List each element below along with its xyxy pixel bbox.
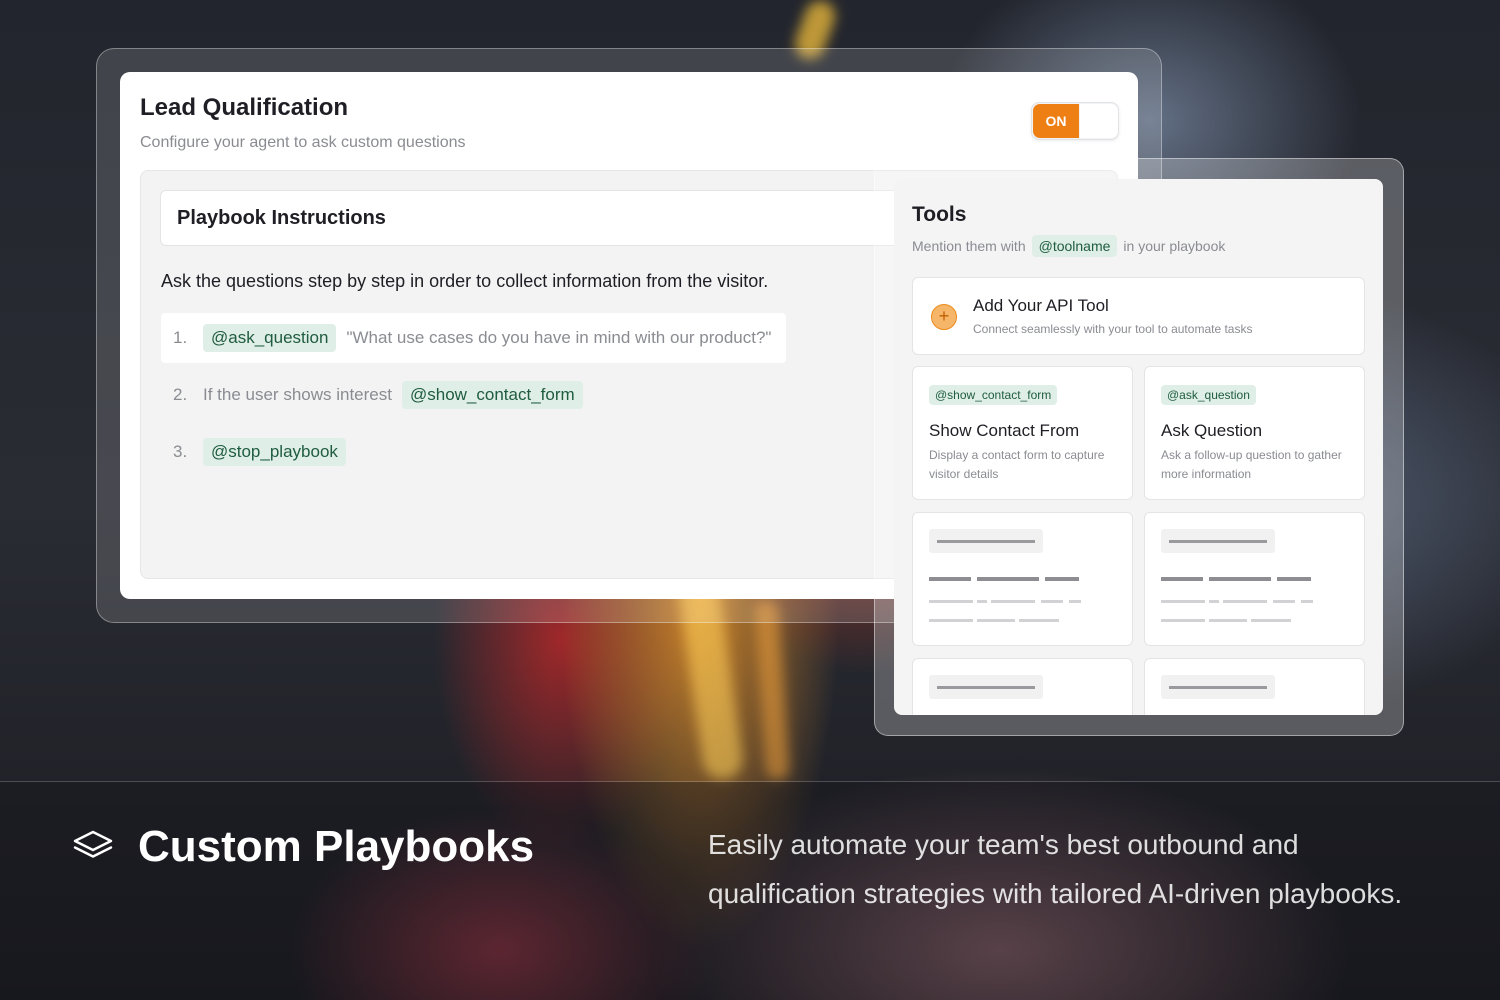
tools-sub-prefix: Mention them with — [912, 238, 1026, 254]
tools-panel: Tools Mention them with @toolname in you… — [894, 179, 1383, 715]
playbook-step[interactable]: 1. @ask_question "What use cases do you … — [161, 313, 786, 363]
step-number: 2. — [173, 385, 188, 404]
layers-icon — [73, 830, 113, 858]
playbook-step[interactable]: 3. @stop_playbook — [161, 427, 561, 477]
toggle-knob — [1080, 104, 1118, 138]
tool-desc: Ask a follow-up question to gather more … — [1161, 448, 1342, 481]
tools-title: Tools — [912, 203, 967, 226]
tool-mention-tag[interactable]: @show_contact_form — [401, 381, 583, 409]
playbook-step[interactable]: 2. If the user shows interest @show_cont… — [161, 370, 761, 420]
tools-subtitle: Mention them with @toolname in your play… — [912, 235, 1225, 257]
banner-title: Custom Playbooks — [138, 822, 535, 871]
toolname-tag: @toolname — [1031, 235, 1118, 257]
tool-card-placeholder — [1144, 512, 1365, 646]
tool-tag: @ask_question — [1161, 385, 1256, 405]
step-quote: "What use cases do you have in mind with… — [346, 328, 772, 347]
banner-description: Easily automate your team's best outboun… — [708, 829, 1403, 909]
toggle-on-label: ON — [1033, 104, 1079, 138]
tool-card-placeholder — [912, 512, 1133, 646]
tool-tag: @show_contact_form — [929, 385, 1058, 405]
tool-mention-tag[interactable]: @ask_question — [203, 324, 337, 352]
tools-sub-suffix: in your playbook — [1123, 238, 1226, 254]
tool-card-ask-question[interactable]: @ask_question Ask Question Ask a follow-… — [1144, 366, 1365, 500]
tool-mention-tag[interactable]: @stop_playbook — [203, 438, 346, 466]
playbook-header-text: Playbook Instructions — [177, 207, 386, 229]
lead-toggle[interactable]: ON — [1031, 102, 1119, 140]
lead-title: Lead Qualification — [140, 94, 349, 121]
tool-desc: Display a contact form to capture visito… — [929, 448, 1105, 481]
tool-card-placeholder — [912, 658, 1133, 715]
add-api-tool-card[interactable]: + Add Your API Tool Connect seamlessly w… — [912, 277, 1365, 355]
tool-name: Ask Question — [1161, 421, 1263, 440]
api-tool-desc: Connect seamlessly with your tool to aut… — [973, 322, 1253, 336]
step-number: 1. — [173, 328, 188, 347]
api-tool-title: Add Your API Tool — [973, 296, 1109, 315]
plus-circle-icon: + — [931, 304, 957, 330]
playbook-instruction: Ask the questions step by step in order … — [161, 271, 769, 291]
tool-card-show-contact-form[interactable]: @show_contact_form Show Contact From Dis… — [912, 366, 1133, 500]
tool-card-placeholder — [1144, 658, 1365, 715]
tool-name: Show Contact From — [929, 421, 1080, 440]
step-number: 3. — [173, 442, 188, 461]
lead-subtitle: Configure your agent to ask custom quest… — [140, 134, 466, 151]
step-text: If the user shows interest — [203, 385, 392, 404]
